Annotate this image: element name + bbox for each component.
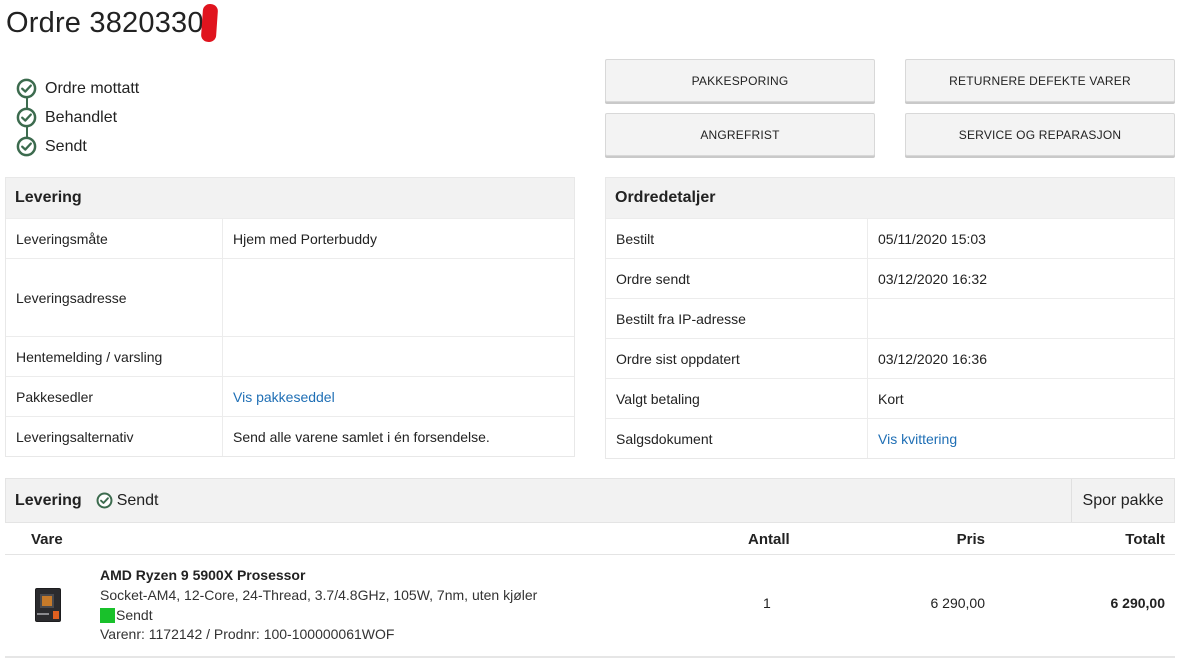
- shipment-status-label: Sendt: [116, 491, 159, 509]
- table-row: AMD Ryzen 9 5900X Prosessor Socket-AM4, …: [5, 555, 1175, 658]
- check-circle-icon: [16, 107, 37, 128]
- row-key: Leveringsmåte: [6, 219, 223, 258]
- column-header-item: Vare: [31, 531, 63, 548]
- column-header-qty: Antall: [748, 531, 790, 548]
- package-tracking-button[interactable]: PAKKESPORING: [605, 59, 875, 102]
- table-row: Ordre sendt 03/12/2020 16:32: [606, 258, 1174, 298]
- row-key: Leveringsalternativ: [6, 417, 223, 456]
- row-key: Hentemelding / varsling: [6, 337, 223, 376]
- item-total: 6 290,00: [1110, 595, 1166, 611]
- row-value: 05/11/2020 15:03: [878, 230, 986, 247]
- column-header-price: Pris: [956, 531, 985, 548]
- status-step-label: Behandlet: [45, 108, 118, 126]
- row-key: Leveringsadresse: [6, 259, 223, 336]
- row-value: Kort: [878, 390, 904, 407]
- page-title: Ordre 3820330: [6, 3, 218, 43]
- status-step-received: Ordre mottatt: [16, 74, 139, 103]
- item-price: 6 290,00: [930, 595, 986, 611]
- order-title: Ordre 3820330: [6, 6, 204, 39]
- column-header-total: Totalt: [1125, 531, 1165, 548]
- withdrawal-button[interactable]: ANGREFRIST: [605, 113, 875, 156]
- product-numbers: Varenr: 1172142 / Prodnr: 100-100000061W…: [100, 626, 395, 642]
- row-value: [223, 337, 233, 376]
- status-step-label: Ordre mottatt: [45, 79, 140, 97]
- table-row: Leveringsmåte Hjem med Porterbuddy: [6, 218, 574, 258]
- order-details-panel: Ordredetaljer Bestilt 05/11/2020 15:03 O…: [605, 177, 1175, 459]
- row-value: Hjem med Porterbuddy: [233, 230, 377, 247]
- receipt-link[interactable]: Vis kvittering: [878, 431, 957, 447]
- status-step-sent: Sendt: [16, 132, 139, 161]
- track-package-button[interactable]: Spor pakke: [1071, 479, 1174, 522]
- item-quantity: 1: [763, 595, 771, 611]
- table-row: Salgsdokument Vis kvittering: [606, 418, 1174, 458]
- shipment-header: Levering Sendt Spor pakke: [5, 478, 1175, 523]
- product-name[interactable]: AMD Ryzen 9 5900X Prosessor: [100, 567, 305, 583]
- delivery-panel: Levering Leveringsmåte Hjem med Porterbu…: [5, 177, 575, 457]
- table-row: Leveringsadresse: [6, 258, 574, 336]
- product-spec: Socket-AM4, 12-Core, 24-Thread, 3.7/4.8G…: [100, 587, 538, 603]
- table-row: Bestilt 05/11/2020 15:03: [606, 218, 1174, 258]
- status-step-label: Sendt: [45, 137, 87, 155]
- order-details-title: Ordredetaljer: [606, 178, 1174, 218]
- table-row: Pakkesedler Vis pakkeseddel: [6, 376, 574, 416]
- row-value: [223, 259, 233, 336]
- row-key: Ordre sist oppdatert: [606, 339, 868, 378]
- order-status-timeline: Ordre mottatt Behandlet Sendt: [16, 74, 139, 161]
- packing-slip-link[interactable]: Vis pakkeseddel: [233, 389, 335, 405]
- row-key: Pakkesedler: [6, 377, 223, 416]
- row-value: Send alle varene samlet i én forsendelse…: [233, 428, 490, 445]
- redaction-mark: [200, 3, 218, 43]
- row-value: 03/12/2020 16:32: [878, 270, 987, 287]
- product-status: Sendt: [100, 607, 153, 623]
- service-repair-button[interactable]: SERVICE OG REPARASJON: [905, 113, 1175, 156]
- items-table-header: Vare Antall Pris Totalt: [5, 523, 1175, 555]
- row-key: Ordre sendt: [606, 259, 868, 298]
- return-defect-button[interactable]: RETURNERE DEFEKTE VARER: [905, 59, 1175, 102]
- table-row: Ordre sist oppdatert 03/12/2020 16:36: [606, 338, 1174, 378]
- check-circle-icon: [16, 136, 37, 157]
- row-value: [868, 299, 878, 338]
- row-value: 03/12/2020 16:36: [878, 350, 987, 367]
- product-image[interactable]: [31, 585, 67, 625]
- row-key: Salgsdokument: [606, 419, 868, 458]
- row-key: Bestilt: [606, 219, 868, 258]
- table-row: Bestilt fra IP-adresse: [606, 298, 1174, 338]
- product-status-label: Sendt: [116, 607, 153, 623]
- check-circle-icon: [96, 492, 113, 509]
- status-step-processed: Behandlet: [16, 103, 139, 132]
- check-circle-icon: [16, 78, 37, 99]
- row-key: Bestilt fra IP-adresse: [606, 299, 868, 338]
- shipment-status: Sendt: [96, 492, 159, 510]
- delivery-panel-title: Levering: [6, 178, 574, 218]
- table-row: Valgt betaling Kort: [606, 378, 1174, 418]
- row-key: Valgt betaling: [606, 379, 868, 418]
- table-row: Hentemelding / varsling: [6, 336, 574, 376]
- status-indicator-icon: [100, 607, 115, 623]
- shipment-title: Levering: [15, 491, 82, 509]
- table-row: Leveringsalternativ Send alle varene sam…: [6, 416, 574, 456]
